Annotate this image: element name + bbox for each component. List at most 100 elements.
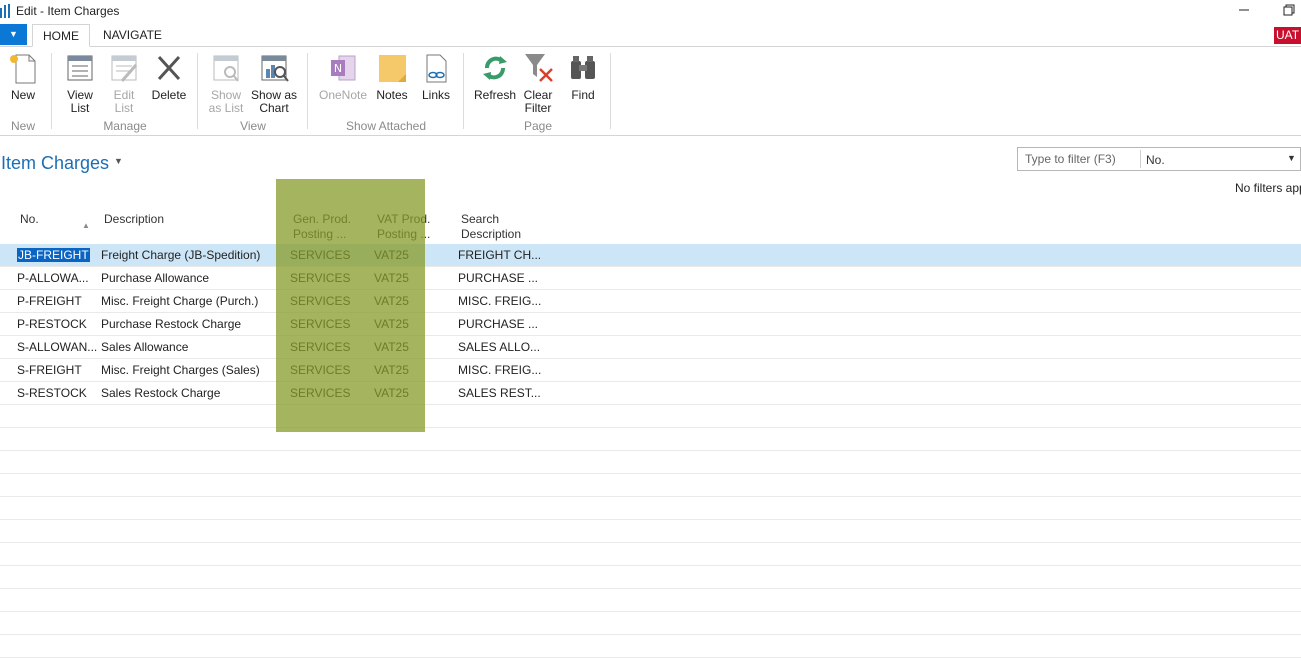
delete-button[interactable]: Delete [150,51,188,102]
cell-search-description[interactable]: PURCHASE ... [458,271,538,285]
ribbon-tab-bar: ▼ HOME NAVIGATE UAT [0,24,1301,47]
empty-table-row[interactable] [0,497,1301,520]
empty-table-row[interactable] [0,635,1301,658]
cell-no[interactable]: S-ALLOWAN... [17,340,97,354]
filter-field-select[interactable]: No. [1146,153,1165,167]
onenote-label: OneNote [318,88,368,102]
clear-filter-label-line1: Clear [523,88,553,102]
view-list-icon [67,55,93,81]
cell-gen-prod-posting-group[interactable]: SERVICES [290,363,350,377]
column-header-no[interactable]: No. [20,212,39,227]
column-header-description[interactable]: Description [104,212,164,227]
links-button[interactable]: Links [418,51,454,102]
filter-box[interactable]: Type to filter (F3) No. ▼ [1017,147,1301,171]
cell-vat-prod-posting-group[interactable]: VAT25 [374,386,409,400]
restore-icon[interactable] [1281,2,1297,18]
find-button[interactable]: Find [565,51,601,102]
cell-gen-prod-posting-group[interactable]: SERVICES [290,271,350,285]
cell-search-description[interactable]: MISC. FREIG... [458,363,541,377]
cell-search-description[interactable]: SALES REST... [458,386,541,400]
cell-description[interactable]: Purchase Restock Charge [101,317,241,331]
group-label-manage: Manage [103,119,147,133]
cell-vat-prod-posting-group[interactable]: VAT25 [374,271,409,285]
tab-navigate[interactable]: NAVIGATE [93,24,172,47]
cell-no[interactable]: JB-FREIGHT [17,248,90,262]
empty-table-row[interactable] [0,451,1301,474]
empty-table-row[interactable] [0,405,1301,428]
cell-no[interactable]: P-ALLOWA... [17,271,89,285]
cell-gen-prod-posting-group[interactable]: SERVICES [290,248,350,262]
column-header-vat-prod-line2: Posting ... [377,227,431,241]
column-header-vat-prod-line1: VAT Prod. [377,212,431,226]
cell-search-description[interactable]: SALES ALLO... [458,340,540,354]
cell-no[interactable]: S-FREIGHT [17,363,82,377]
cell-no[interactable]: P-RESTOCK [17,317,87,331]
cell-gen-prod-posting-group[interactable]: SERVICES [290,386,350,400]
column-header-vat-prod-posting[interactable]: VAT Prod. Posting ... [377,212,430,242]
clear-filter-button[interactable]: Clear Filter [520,51,556,115]
onenote-icon: N [331,55,356,81]
sort-ascending-icon: ▲ [82,221,90,230]
cell-vat-prod-posting-group[interactable]: VAT25 [374,317,409,331]
empty-table-row[interactable] [0,428,1301,451]
cell-gen-prod-posting-group[interactable]: SERVICES [290,340,350,354]
empty-table-row[interactable] [0,474,1301,497]
cell-vat-prod-posting-group[interactable]: VAT25 [374,340,409,354]
find-label: Find [571,88,595,102]
cell-gen-prod-posting-group[interactable]: SERVICES [290,294,350,308]
table-row[interactable]: P-RESTOCK Purchase Restock Charge SERVICES… [0,313,1301,336]
group-separator [197,53,198,129]
filter-input[interactable]: Type to filter (F3) [1025,152,1116,166]
refresh-label: Refresh [473,88,517,102]
column-header-gen-prod-posting[interactable]: Gen. Prod. Posting ... [293,212,351,242]
table-row[interactable]: S-RESTOCK Sales Restock Charge SERVICES VAT… [0,382,1301,405]
new-button[interactable]: New [6,51,40,102]
app-menu-button[interactable]: ▼ [0,24,27,45]
cell-no[interactable]: P-FREIGHT [17,294,82,308]
empty-table-row[interactable] [0,520,1301,543]
table-row[interactable]: S-ALLOWAN... Sales Allowance SERVICES VAT25… [0,336,1301,359]
minimize-icon[interactable] [1236,2,1252,18]
tab-home[interactable]: HOME [32,24,90,47]
cell-search-description[interactable]: MISC. FREIG... [458,294,541,308]
table-row[interactable]: JB-FREIGHT Freight Charge (JB-Spedition) S… [0,244,1301,267]
table-row[interactable]: S-FREIGHT Misc. Freight Charges (Sales) SE… [0,359,1301,382]
cell-description[interactable]: Misc. Freight Charge (Purch.) [101,294,258,308]
cell-search-description[interactable]: FREIGHT CH... [458,248,541,262]
cell-search-description[interactable]: PURCHASE ... [458,317,538,331]
cell-description[interactable]: Freight Charge (JB-Spedition) [101,248,260,262]
cell-description[interactable]: Purchase Allowance [101,271,209,285]
cell-vat-prod-posting-group[interactable]: VAT25 [374,248,409,262]
cell-no[interactable]: S-RESTOCK [17,386,87,400]
ribbon: New New View List Edit List Delete Manag… [0,47,1301,136]
empty-table-row[interactable] [0,589,1301,612]
show-as-list-button[interactable]: Show as List [206,51,246,115]
empty-table-row[interactable] [0,566,1301,589]
cell-gen-prod-posting-group[interactable]: SERVICES [290,317,350,331]
view-list-button[interactable]: View List [62,51,98,115]
binoculars-icon [571,56,595,79]
cell-description[interactable]: Sales Allowance [101,340,188,354]
table-row[interactable]: P-FREIGHT Misc. Freight Charge (Purch.) SE… [0,290,1301,313]
table-row[interactable]: P-ALLOWA... Purchase Allowance SERVICES VAT… [0,267,1301,290]
cell-vat-prod-posting-group[interactable]: VAT25 [374,363,409,377]
environment-badge: UAT [1274,27,1301,44]
cell-description[interactable]: Misc. Freight Charges (Sales) [101,363,260,377]
empty-table-row[interactable] [0,612,1301,635]
column-header-search-description[interactable]: Search Description [461,212,521,242]
edit-list-button[interactable]: Edit List [106,51,142,115]
show-as-chart-label-line2: Chart [259,101,289,115]
refresh-button[interactable]: Refresh [472,51,518,102]
page-title[interactable]: Item Charges [1,153,109,174]
show-as-chart-button[interactable]: Show as Chart [250,51,298,115]
filter-status: No filters applied [1235,181,1301,195]
notes-button[interactable]: Notes [374,51,410,102]
cell-description[interactable]: Sales Restock Charge [101,386,220,400]
cell-vat-prod-posting-group[interactable]: VAT25 [374,294,409,308]
onenote-button[interactable]: N OneNote [316,51,370,102]
page-title-dropdown-icon[interactable]: ▼ [114,156,123,166]
clear-filter-icon [525,54,553,82]
group-label-new: New [10,119,35,133]
chevron-down-icon[interactable]: ▼ [1287,153,1296,163]
empty-table-row[interactable] [0,543,1301,566]
